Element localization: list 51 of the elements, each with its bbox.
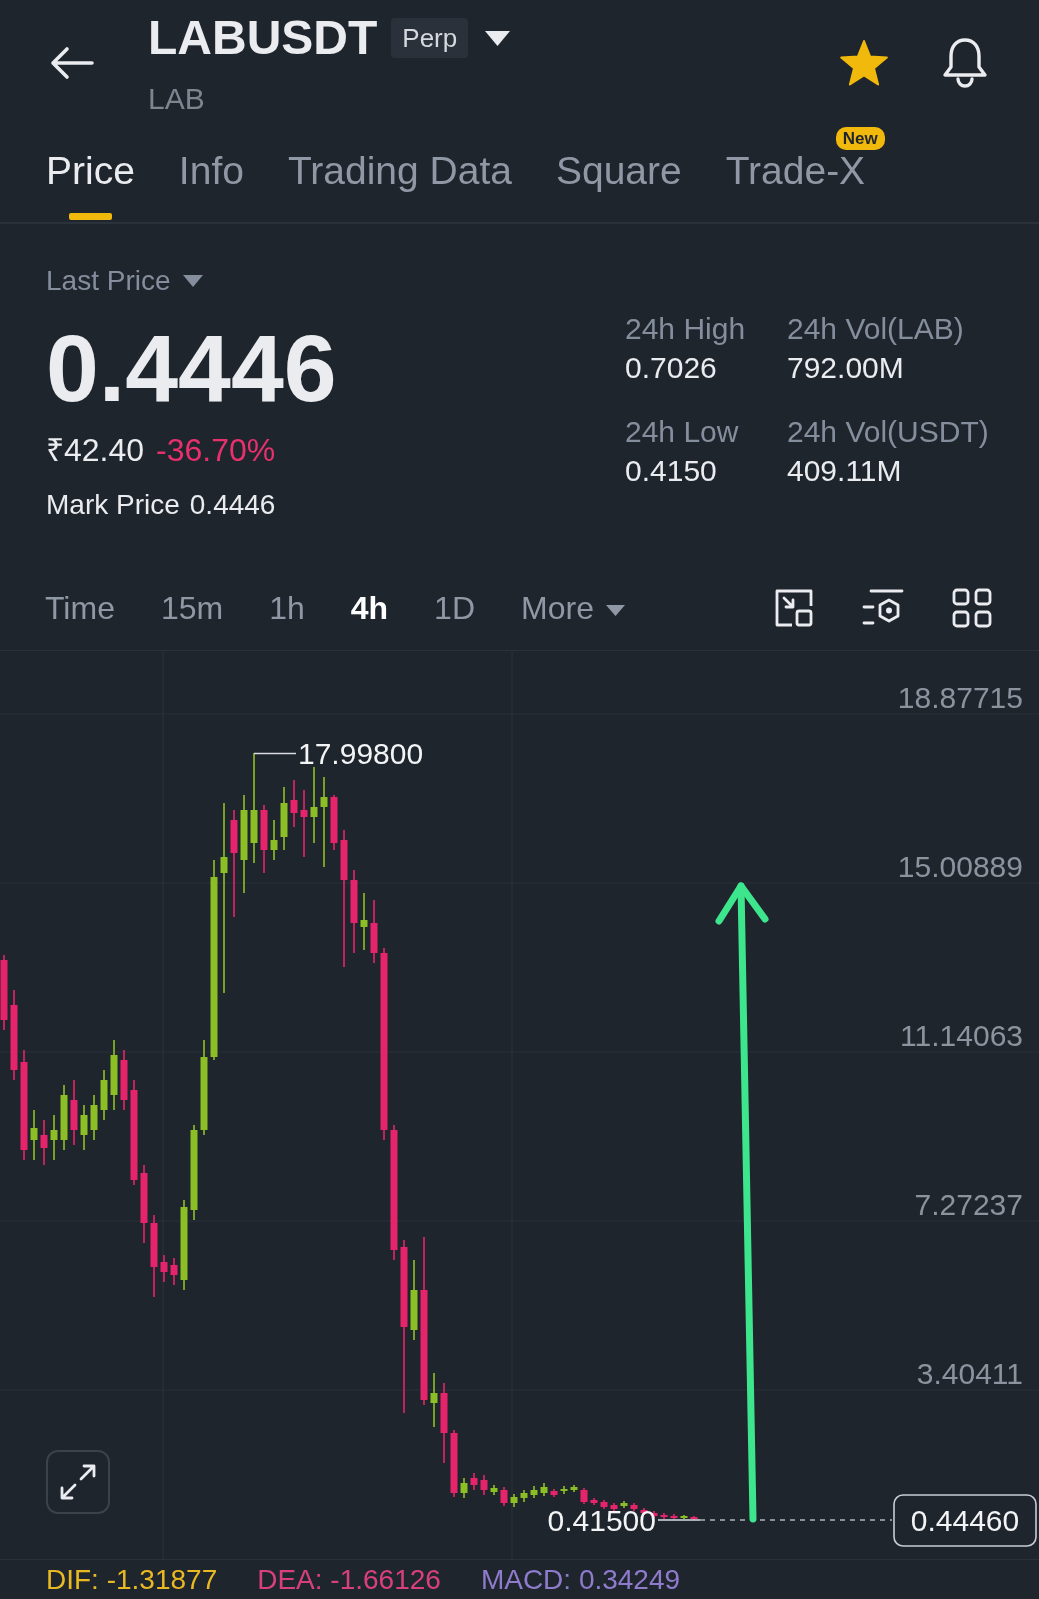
- mark-price-value: 0.4446: [189, 491, 276, 519]
- last-price: 0.4446: [46, 321, 338, 416]
- stat-label: 24h Low: [625, 417, 740, 447]
- mark-price-label: Mark Price: [46, 491, 180, 519]
- contract-type-tag: Perp: [391, 18, 469, 58]
- interval-tab[interactable]: 15m: [160, 592, 224, 624]
- tab[interactable]: Trading Data: [287, 151, 512, 190]
- price-axis-label: 7.27237: [914, 1188, 1023, 1221]
- stat-label: 24h High: [625, 314, 747, 344]
- stat-value: 0.4150: [625, 456, 718, 486]
- stat-value: 409.11M: [787, 456, 903, 486]
- window-arrow-icon[interactable]: [774, 588, 814, 628]
- stat-value: 792.00M: [787, 353, 905, 383]
- indicator-value: DEA: -1.66126: [257, 1565, 441, 1594]
- star-icon[interactable]: [839, 39, 889, 87]
- low-price-label: 0.41500: [547, 1504, 656, 1537]
- stat-label: 24h Vol(USDT): [787, 417, 989, 447]
- more-dropdown[interactable]: More: [521, 592, 625, 624]
- interval-tab[interactable]: Time: [45, 592, 115, 624]
- stat-label: 24h Vol(LAB): [787, 314, 965, 344]
- caret-down-icon[interactable]: [485, 30, 511, 46]
- leader-line: [253, 752, 297, 755]
- expand-button[interactable]: [46, 1450, 110, 1514]
- grid-icon[interactable]: [952, 588, 992, 628]
- tab[interactable]: Info: [178, 151, 244, 190]
- price-axis-label: 3.40411: [916, 1357, 1023, 1390]
- fiat-price: ₹42.40: [46, 434, 145, 466]
- price-axis-label: 18.87715: [897, 681, 1023, 714]
- tab[interactable]: Square: [555, 151, 682, 190]
- interval-tab[interactable]: 4h: [350, 592, 389, 624]
- new-badge: New: [835, 127, 885, 150]
- base-asset-name: LAB: [148, 84, 206, 114]
- interval-tab[interactable]: 1D: [434, 592, 475, 624]
- tab[interactable]: Price: [46, 151, 135, 190]
- price-axis-label: 15.00889: [897, 850, 1023, 883]
- indicator-value: MACD: 0.34249: [480, 1565, 681, 1594]
- expand-icon: [58, 1462, 98, 1502]
- leader-line: [657, 1519, 701, 1521]
- interval-tab[interactable]: 1h: [269, 592, 305, 624]
- high-price-label: 17.99800: [298, 737, 424, 770]
- caret-down-icon: [605, 605, 625, 617]
- indicator-value: DIF: -1.31877: [46, 1565, 218, 1594]
- current-price-tag: 0.44460: [893, 1494, 1037, 1547]
- price-type-label: Last Price: [46, 267, 171, 295]
- symbol-title: LABUSDT: [148, 14, 378, 62]
- price-axis-label: 11.14063: [900, 1019, 1023, 1052]
- stat-value: 0.7026: [625, 353, 718, 383]
- active-tab-indicator: [68, 213, 112, 220]
- price-change: -36.70%: [156, 434, 276, 466]
- tab[interactable]: Trade-X: [725, 151, 866, 190]
- back-icon[interactable]: [49, 46, 95, 80]
